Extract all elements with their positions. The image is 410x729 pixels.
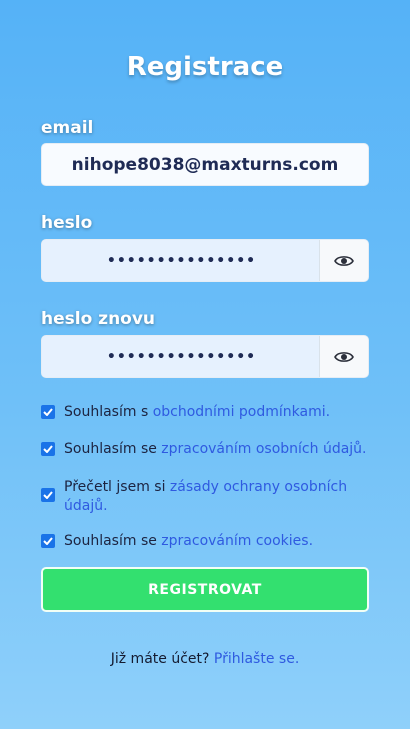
privacy-policy-checkbox[interactable] (41, 488, 55, 502)
login-prompt-text: Již máte účet? (110, 651, 214, 667)
checkmark-icon (43, 445, 53, 453)
checkmark-icon (43, 537, 53, 545)
login-link[interactable]: Přihlašte se. (214, 651, 299, 667)
cookies-checkbox[interactable] (41, 534, 55, 548)
password-repeat-field-container (41, 335, 369, 378)
password-repeat-label: heslo znovu (41, 309, 156, 329)
terms-checkbox[interactable] (41, 405, 55, 419)
eye-icon (334, 255, 354, 266)
register-button[interactable]: REGISTROVAT (41, 567, 369, 612)
login-prompt: Již máte účet? Přihlašte se. (0, 651, 410, 667)
personal-data-link[interactable]: zpracováním osobních údajů. (161, 441, 366, 457)
consent-prefix: Souhlasím s (64, 404, 153, 420)
consent-text: Souhlasím s obchodními podmínkami. (64, 403, 330, 422)
checkmark-icon (43, 491, 53, 499)
consent-cookies: Souhlasím se zpracováním cookies. (41, 532, 371, 551)
consent-terms: Souhlasím s obchodními podmínkami. (41, 403, 371, 422)
consent-prefix: Souhlasím se (64, 533, 162, 549)
email-label: email (41, 118, 94, 138)
consent-text: Souhlasím se zpracováním cookies. (64, 532, 313, 551)
email-field-container (41, 143, 369, 186)
consent-text: Souhlasím se zpracováním osobních údajů. (64, 440, 367, 459)
show-password-repeat-button[interactable] (319, 336, 368, 377)
personal-data-checkbox[interactable] (41, 442, 55, 456)
consent-prefix: Souhlasím se (64, 441, 162, 457)
page-title: Registrace (126, 52, 284, 82)
terms-link[interactable]: obchodními podmínkami. (153, 404, 330, 420)
password-label: heslo (41, 213, 93, 233)
password-repeat-field[interactable] (42, 336, 321, 377)
show-password-button[interactable] (319, 240, 368, 281)
checkmark-icon (43, 408, 53, 416)
eye-icon (334, 351, 354, 362)
consent-prefix: Přečetl jsem si (64, 479, 170, 495)
cookies-link[interactable]: zpracováním cookies. (161, 533, 313, 549)
email-field[interactable] (42, 144, 368, 185)
password-field-container (41, 239, 369, 282)
password-field[interactable] (42, 240, 321, 281)
consent-text: Přečetl jsem si zásady ochrany osobních … (64, 478, 351, 516)
consent-privacy-policy: Přečetl jsem si zásady ochrany osobních … (41, 478, 351, 516)
consent-personal-data: Souhlasím se zpracováním osobních údajů. (41, 440, 371, 459)
